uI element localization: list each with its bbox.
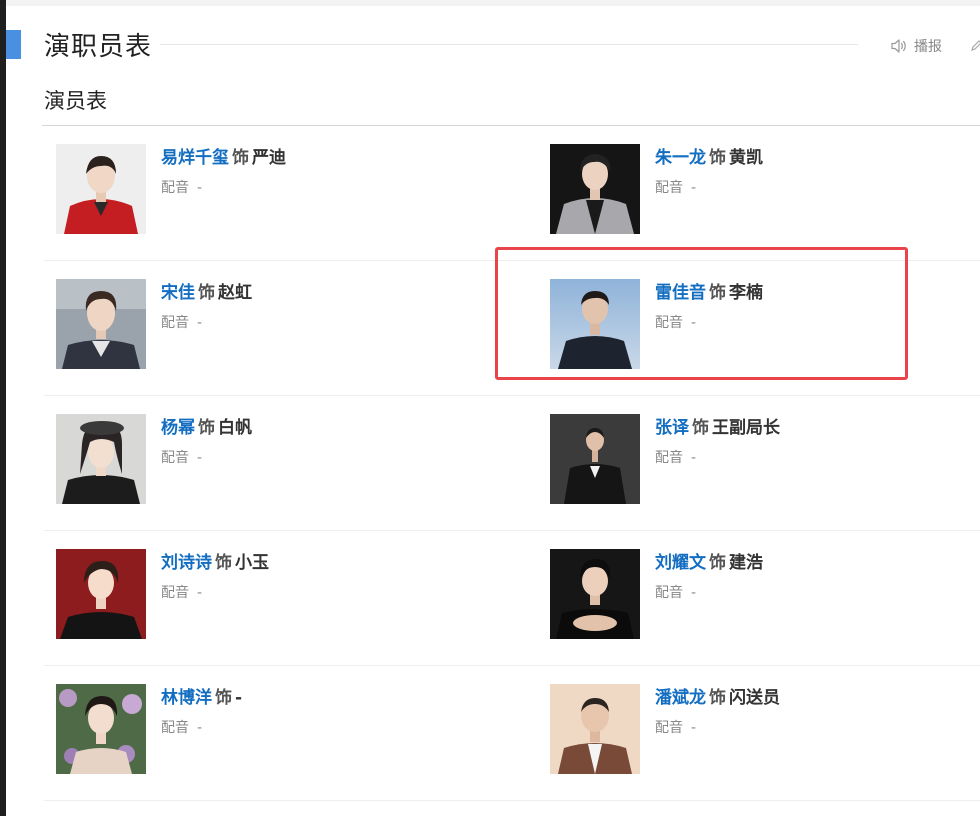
actor-photo[interactable] — [550, 144, 640, 234]
actor-photo[interactable] — [56, 144, 146, 234]
role-name: 王副局长 — [712, 418, 780, 438]
actor-name-link[interactable]: 刘耀文 — [655, 553, 706, 573]
actor-name-link[interactable]: 张译 — [655, 418, 689, 438]
actor-photo[interactable] — [550, 684, 640, 774]
cast-item: 潘斌龙饰闪送员 配音 - — [550, 684, 970, 774]
dubbing-value: - — [197, 720, 203, 736]
cast-item: 杨幂饰白帆 配音 - — [56, 414, 476, 504]
dubbing-value: - — [691, 180, 697, 196]
role-separator: 饰 — [709, 148, 726, 168]
role-name: 建浩 — [729, 553, 763, 573]
dubbing-value: - — [197, 585, 203, 601]
actor-photo[interactable] — [550, 549, 640, 639]
broadcast-button[interactable]: 播报 — [890, 36, 942, 56]
role-name: 白帆 — [218, 418, 252, 438]
role-separator: 饰 — [709, 688, 726, 708]
role-name: 赵虹 — [218, 283, 252, 303]
actor-photo[interactable] — [56, 684, 146, 774]
cast-row: 杨幂饰白帆 配音 - 张译饰王副局长 配音 - — [0, 396, 980, 531]
dubbing-value: - — [691, 585, 697, 601]
dubbing-label: 配音 — [161, 180, 189, 196]
row-divider — [44, 800, 980, 801]
dubbing-value: - — [197, 315, 203, 331]
cast-item: 张译饰王副局长 配音 - — [550, 414, 970, 504]
actor-name-link[interactable]: 潘斌龙 — [655, 688, 706, 708]
dubbing-value: - — [691, 720, 697, 736]
role-name: 闪送员 — [729, 688, 780, 708]
role-separator: 饰 — [215, 553, 232, 573]
cast-item: 刘耀文饰建浩 配音 - — [550, 549, 970, 639]
dubbing-label: 配音 — [655, 450, 683, 466]
cast-row: 林博洋饰 - 配音 - 潘斌龙饰闪送员 配音 - — [0, 666, 980, 801]
broadcast-label: 播报 — [914, 39, 942, 55]
actor-name-link[interactable]: 朱一龙 — [655, 148, 706, 168]
actor-photo[interactable] — [56, 549, 146, 639]
role-name: 黄凯 — [729, 148, 763, 168]
dubbing-label: 配音 — [161, 315, 189, 331]
title-accent-bar — [6, 30, 21, 59]
actor-name-link[interactable]: 易烊千玺 — [161, 148, 229, 168]
cast-item: 朱一龙饰黄凯 配音 - — [550, 144, 970, 234]
role-separator: 饰 — [198, 418, 215, 438]
actor-photo[interactable] — [56, 414, 146, 504]
role-separator: 饰 — [709, 553, 726, 573]
edit-icon[interactable] — [970, 38, 980, 52]
section-title: 演员表 — [44, 89, 107, 113]
actor-name-link[interactable]: 刘诗诗 — [161, 553, 212, 573]
role-separator: 饰 — [692, 418, 709, 438]
role-name: 严迪 — [252, 148, 286, 168]
dubbing-label: 配音 — [161, 450, 189, 466]
cast-row: 刘诗诗饰小玉 配音 - 刘耀文饰建浩 配音 - — [0, 531, 980, 666]
cast-item: 刘诗诗饰小玉 配音 - — [56, 549, 476, 639]
actor-photo[interactable] — [550, 414, 640, 504]
role-name: 小玉 — [235, 553, 269, 573]
cast-grid: 易烊千玺饰严迪 配音 - 朱一龙饰黄凯 配音 - 宋佳 饰 赵虹 配音 - 雷佳… — [0, 126, 980, 801]
page-title: 演职员表 — [44, 32, 153, 62]
top-edge — [6, 0, 980, 6]
actor-name-link[interactable]: 林博洋 — [161, 688, 212, 708]
cast-item: 易烊千玺饰严迪 配音 - — [56, 144, 476, 234]
role-separator: 饰 — [215, 688, 232, 708]
cast-item: 林博洋饰 - 配音 - — [56, 684, 476, 774]
dubbing-label: 配音 — [161, 585, 189, 601]
actor-name-link[interactable]: 宋佳 — [161, 283, 195, 303]
actor-name-link[interactable]: 杨幂 — [161, 418, 195, 438]
cast-item: 宋佳饰赵虹 配音 - — [56, 279, 476, 369]
dubbing-label: 配音 — [655, 720, 683, 736]
dubbing-value: - — [197, 180, 203, 196]
role-separator: 饰 — [198, 283, 215, 303]
highlight-annotation-box — [495, 247, 908, 380]
cast-row: 易烊千玺饰严迪 配音 - 朱一龙饰黄凯 配音 - — [0, 126, 980, 261]
role-name: - — [235, 688, 243, 708]
title-divider — [160, 44, 858, 45]
actor-photo[interactable] — [56, 279, 146, 369]
dubbing-value: - — [197, 450, 203, 466]
dubbing-label: 配音 — [655, 180, 683, 196]
role-separator: 饰 — [232, 148, 249, 168]
dubbing-label: 配音 — [655, 585, 683, 601]
speaker-icon — [890, 38, 908, 54]
dubbing-label: 配音 — [161, 720, 189, 736]
dubbing-value: - — [691, 450, 697, 466]
